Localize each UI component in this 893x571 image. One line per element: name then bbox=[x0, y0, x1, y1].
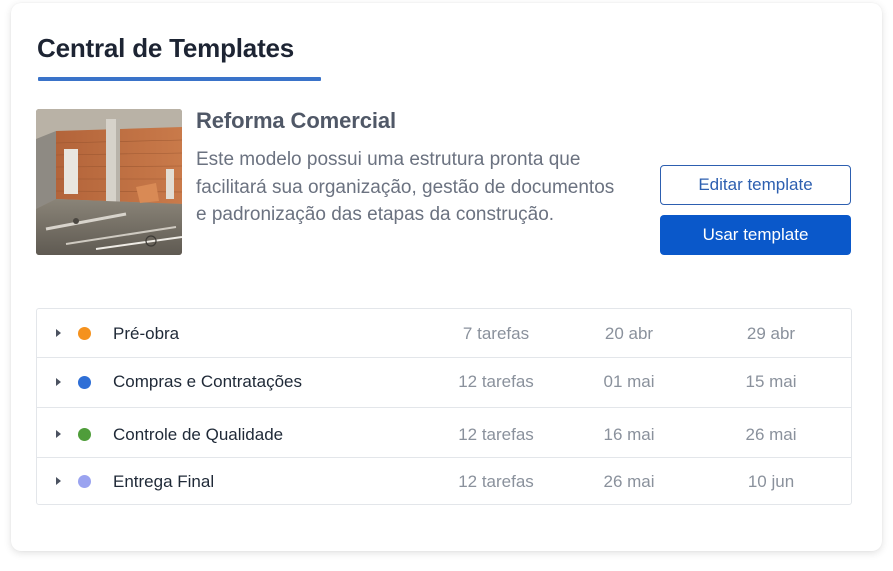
phase-color-dot bbox=[78, 428, 91, 441]
table-row[interactable]: Pré-obra 7 tarefas 20 abr 29 abr bbox=[37, 309, 851, 357]
table-row[interactable]: Entrega Final 12 tarefas 26 mai 10 jun bbox=[37, 458, 851, 504]
phases-table: Pré-obra 7 tarefas 20 abr 29 abr Compras… bbox=[36, 308, 852, 505]
phase-task-count: 12 tarefas bbox=[458, 372, 534, 391]
table-row[interactable]: Controle de Qualidade 12 tarefas 16 mai … bbox=[37, 408, 851, 457]
phase-end-date: 10 jun bbox=[747, 472, 795, 491]
use-template-button[interactable]: Usar template bbox=[660, 215, 851, 255]
phase-task-count: 12 tarefas bbox=[458, 472, 534, 491]
phase-start-date: 26 mai bbox=[603, 472, 655, 491]
phase-name: Pré-obra bbox=[113, 324, 180, 343]
title-underline bbox=[38, 77, 321, 81]
template-description: Este modelo possui uma estrutura pronta … bbox=[196, 149, 615, 225]
phase-color-dot bbox=[78, 376, 91, 389]
phase-color-dot bbox=[78, 327, 91, 340]
phase-name: Entrega Final bbox=[113, 472, 215, 491]
phase-task-count: 12 tarefas bbox=[458, 425, 534, 444]
phase-name: Controle de Qualidade bbox=[113, 425, 284, 444]
expand-caret-icon[interactable] bbox=[56, 477, 61, 485]
page-title: Central de Templates bbox=[37, 33, 295, 63]
phase-end-date: 29 abr bbox=[746, 324, 796, 343]
construction-site-photo-icon bbox=[36, 109, 182, 255]
phase-start-date: 01 mai bbox=[603, 372, 655, 391]
phase-end-date: 15 mai bbox=[745, 372, 797, 391]
phase-start-date: 16 mai bbox=[603, 425, 655, 444]
template-name: Reforma Comercial bbox=[196, 108, 397, 133]
edit-template-button[interactable]: Editar template bbox=[660, 165, 851, 205]
phase-task-count: 7 tarefas bbox=[462, 324, 530, 343]
expand-caret-icon[interactable] bbox=[56, 378, 61, 386]
phase-end-date: 26 mai bbox=[745, 425, 797, 444]
phase-start-date: 20 abr bbox=[604, 324, 654, 343]
phase-name: Compras e Contratações bbox=[113, 372, 302, 391]
expand-caret-icon[interactable] bbox=[56, 430, 61, 438]
template-card: Central de Templates Reforma Comercial E… bbox=[11, 3, 882, 551]
phase-color-dot bbox=[78, 475, 91, 488]
expand-caret-icon[interactable] bbox=[56, 329, 61, 337]
template-thumbnail bbox=[36, 109, 182, 255]
table-row[interactable]: Compras e Contratações 12 tarefas 01 mai… bbox=[37, 358, 851, 407]
